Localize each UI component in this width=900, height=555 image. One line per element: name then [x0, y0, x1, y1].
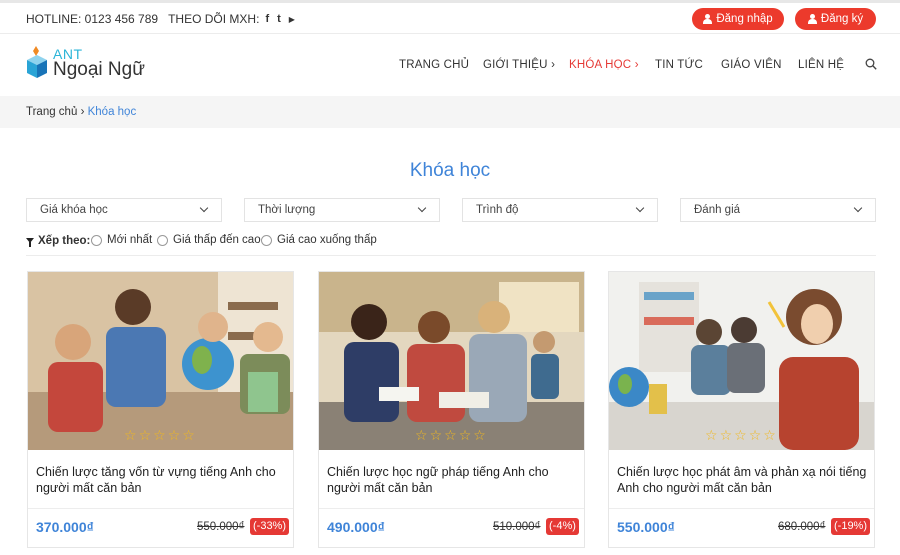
rating-stars: ☆ ☆ ☆ ☆ ☆	[705, 428, 776, 442]
star-outline-icon: ☆	[124, 427, 137, 443]
star-outline-icon: ☆	[458, 427, 472, 443]
course-price: 490.000₫	[327, 519, 385, 535]
divider	[26, 255, 876, 256]
course-price: 550.000₫	[617, 519, 675, 535]
filter-label: Giá khóa học	[40, 204, 108, 216]
search-icon[interactable]	[865, 58, 877, 70]
course-card[interactable]: ☆ ☆ ☆ ☆ ☆ Chiến lược tăng vốn từ vựng ti…	[27, 271, 294, 548]
divider	[319, 508, 584, 509]
course-thumbnail[interactable]: ☆ ☆ ☆ ☆ ☆	[28, 272, 293, 450]
course-title[interactable]: Chiến lược học ngữ pháp tiếng Anh cho ng…	[327, 464, 577, 496]
star-outline-icon: ☆	[167, 427, 181, 443]
nav-courses[interactable]: KHÓA HỌC ›	[569, 59, 639, 71]
divider	[609, 508, 874, 509]
twitter-icon[interactable]: t	[277, 13, 281, 25]
youtube-icon[interactable]: ▶	[289, 15, 295, 24]
nav-about[interactable]: GIỚI THIỆU ›	[483, 59, 555, 71]
radio-icon[interactable]	[261, 234, 272, 246]
filter-icon	[26, 238, 34, 247]
star-outline-icon: ☆	[748, 427, 762, 443]
discount-badge: (-4%)	[546, 518, 579, 535]
follow-label: THEO DÕI MXH:	[168, 12, 260, 26]
filter-price[interactable]: Giá khóa học	[26, 198, 222, 222]
register-button[interactable]: Đăng ký	[795, 8, 876, 30]
star-outline-icon: ☆	[429, 427, 443, 443]
chevron-down-icon	[417, 203, 427, 213]
hotline: HOTLINE: 0123 456 789	[26, 12, 159, 26]
facebook-icon[interactable]: f	[265, 13, 269, 25]
breadcrumb-current: Khóa học	[87, 106, 137, 118]
course-old-price: 680.000₫	[778, 521, 826, 533]
logo-text: Ngoại Ngữ	[53, 59, 145, 80]
breadcrumb-separator: ›	[80, 106, 85, 118]
filter-label: Thời lượng	[258, 204, 316, 216]
chevron-down-icon	[635, 203, 645, 213]
nav-home[interactable]: TRANG CHỦ	[399, 59, 469, 71]
breadcrumb-home[interactable]: Trang chủ	[26, 106, 77, 118]
logo[interactable]: ANT Ngoại Ngữ	[26, 46, 156, 86]
filter-label: Đánh giá	[694, 204, 741, 216]
star-outline-icon: ☆	[763, 427, 776, 443]
sort-option-label: Giá thấp đến cao	[173, 234, 261, 246]
star-outline-icon: ☆	[182, 427, 195, 443]
course-thumbnail[interactable]: ☆ ☆ ☆ ☆ ☆	[609, 272, 874, 450]
star-outline-icon: ☆	[473, 427, 486, 443]
social-links: f t ▶	[265, 13, 295, 25]
radio-icon[interactable]	[91, 234, 102, 246]
course-title[interactable]: Chiến lược tăng vốn từ vựng tiếng Anh ch…	[36, 464, 286, 496]
filter-duration[interactable]: Thời lượng	[244, 198, 440, 222]
course-price: 370.000₫	[36, 519, 94, 535]
sort-title: Xếp theo:	[38, 235, 91, 247]
rating-stars: ☆ ☆ ☆ ☆ ☆	[124, 428, 195, 442]
chevron-down-icon	[853, 203, 863, 213]
discount-badge: (-19%)	[831, 518, 871, 535]
course-old-price: 550.000₫	[197, 521, 245, 533]
divider	[28, 508, 293, 509]
top-bar: HOTLINE: 0123 456 789 THEO DÕI MXH: f t …	[0, 0, 900, 34]
nav-contact[interactable]: LIÊN HỆ	[798, 59, 844, 71]
sort-newest[interactable]: Mới nhất	[91, 234, 152, 246]
discount-badge: (-33%)	[250, 518, 290, 535]
course-old-price: 510.000₫	[493, 521, 541, 533]
star-outline-icon: ☆	[415, 427, 428, 443]
chevron-down-icon	[199, 203, 209, 213]
sort-price-asc[interactable]: Giá thấp đến cao	[157, 234, 261, 246]
star-outline-icon: ☆	[705, 427, 718, 443]
sort-price-desc[interactable]: Giá cao xuống thấp	[261, 234, 377, 246]
nav-news[interactable]: TIN TỨC	[655, 59, 703, 71]
radio-icon[interactable]	[157, 234, 168, 246]
filter-rating[interactable]: Đánh giá	[680, 198, 876, 222]
sort-option-label: Giá cao xuống thấp	[277, 234, 377, 246]
register-label: Đăng ký	[820, 13, 864, 25]
user-plus-icon	[807, 14, 817, 24]
course-thumbnail[interactable]: ☆ ☆ ☆ ☆ ☆	[319, 272, 584, 450]
course-title[interactable]: Chiến lược học phát âm và phản xạ nói ti…	[617, 464, 867, 496]
header: ANT Ngoại Ngữ TRANG CHỦ GIỚI THIỆU › KHÓ…	[0, 34, 900, 96]
sort-option-label: Mới nhất	[107, 234, 153, 246]
star-outline-icon: ☆	[734, 427, 747, 443]
logo-cube-icon	[27, 46, 47, 78]
course-card[interactable]: ☆ ☆ ☆ ☆ ☆ Chiến lược học phát âm và phản…	[608, 271, 875, 548]
login-label: Đăng nhập	[716, 13, 773, 25]
star-outline-icon: ☆	[444, 427, 457, 443]
nav-teachers[interactable]: GIÁO VIÊN	[721, 59, 782, 71]
course-card[interactable]: ☆ ☆ ☆ ☆ ☆ Chiến lược học ngữ pháp tiếng …	[318, 271, 585, 548]
filter-label: Trình độ	[476, 204, 519, 216]
star-outline-icon: ☆	[138, 427, 152, 443]
breadcrumb: Trang chủ › Khóa học	[0, 96, 900, 128]
user-icon	[703, 14, 713, 24]
page-title: Khóa học	[409, 160, 491, 181]
star-outline-icon: ☆	[719, 427, 733, 443]
contact-info: HOTLINE: 0123 456 789 THEO DÕI MXH: f t …	[26, 12, 295, 26]
filter-level[interactable]: Trình độ	[462, 198, 658, 222]
rating-stars: ☆ ☆ ☆ ☆ ☆	[415, 428, 486, 442]
login-button[interactable]: Đăng nhập	[692, 8, 784, 30]
star-outline-icon: ☆	[153, 427, 166, 443]
